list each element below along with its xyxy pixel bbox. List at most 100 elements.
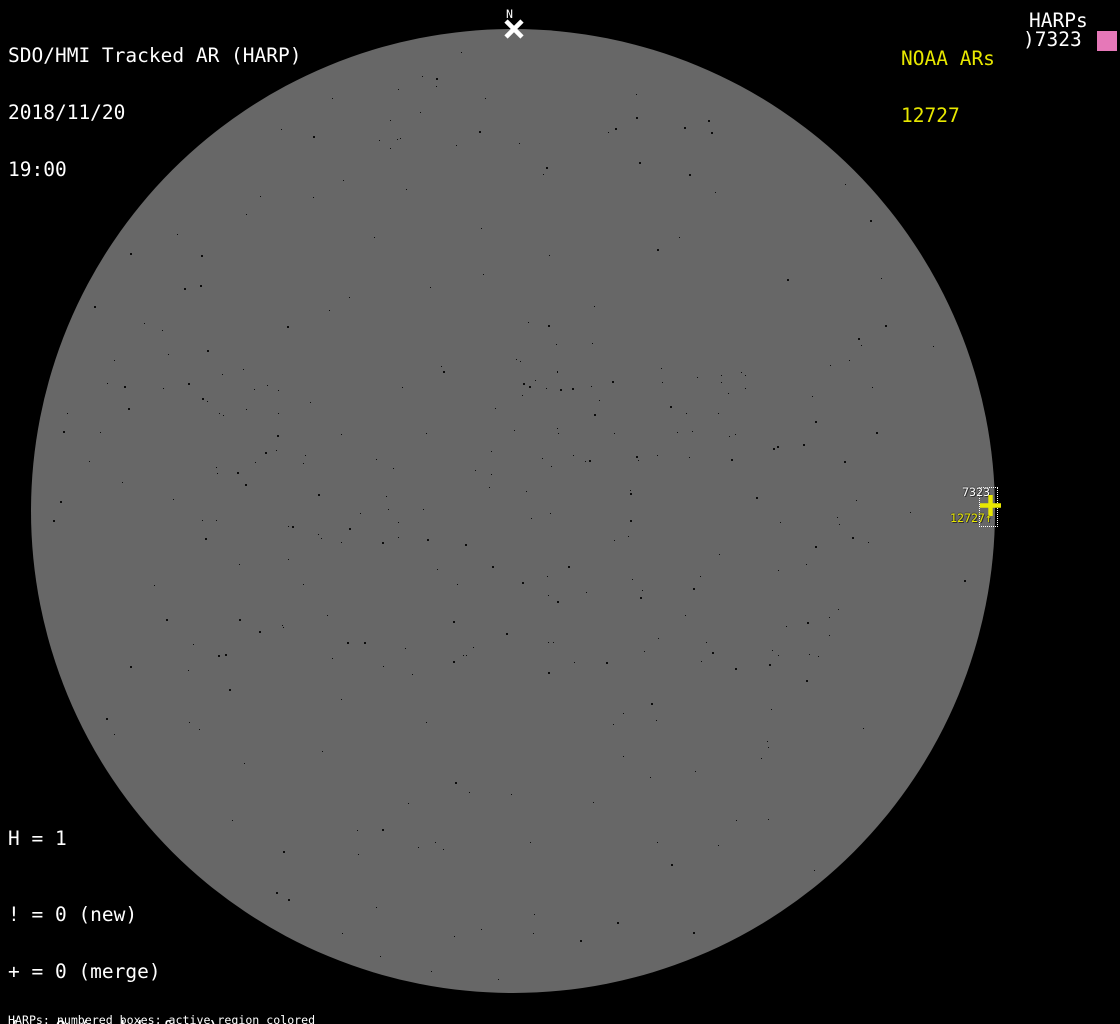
magnetogram-speckle (594, 414, 596, 416)
magnetogram-speckle (189, 722, 190, 723)
magnetogram-speckle (303, 584, 304, 585)
north-pole-x-icon (503, 19, 525, 39)
magnetogram-speckle (406, 189, 407, 190)
magnetogram-speckle (657, 455, 658, 456)
magnetogram-speckle (787, 279, 789, 281)
magnetogram-speckle (318, 534, 319, 535)
magnetogram-speckle (718, 845, 719, 846)
magnetogram-speckle (422, 76, 423, 77)
magnetogram-speckle (303, 463, 304, 464)
header-block: SDO/HMI Tracked AR (HARP) 2018/11/20 19:… (8, 8, 302, 217)
magnetogram-speckle (376, 907, 377, 908)
magnetogram-speckle (689, 457, 690, 458)
magnetogram-speckle (405, 648, 406, 649)
magnetogram-speckle (390, 148, 391, 149)
magnetogram-speckle (572, 388, 574, 390)
magnetogram-speckle (868, 542, 869, 543)
magnetogram-speckle (225, 654, 227, 656)
magnetogram-speckle (200, 285, 202, 287)
magnetogram-speckle (342, 933, 343, 934)
magnetogram-speckle (809, 654, 810, 655)
magnetogram-speckle (463, 655, 464, 656)
magnetogram-speckle (530, 842, 531, 843)
magnetogram-speckle (205, 538, 207, 540)
noaa-ars-number: 12727 (901, 106, 995, 125)
magnetogram-speckle (592, 343, 593, 344)
magnetogram-speckle (769, 664, 771, 666)
magnetogram-speckle (520, 361, 521, 362)
magnetogram-speckle (711, 132, 713, 134)
magnetogram-speckle (599, 400, 600, 401)
magnetogram-speckle (255, 462, 256, 463)
magnetogram-speckle (700, 576, 701, 577)
magnetogram-speckle (514, 430, 515, 431)
magnetogram-speckle (223, 415, 224, 416)
magnetogram-speckle (657, 842, 658, 843)
magnetogram-speckle (557, 428, 558, 429)
magnetogram-speckle (580, 940, 582, 942)
magnetogram-speckle (491, 474, 492, 475)
magnetogram-speckle (435, 842, 436, 843)
magnetogram-speckle (721, 375, 722, 376)
magnetogram-speckle (630, 490, 631, 491)
magnetogram-speckle (469, 792, 470, 793)
magnetogram-speckle (202, 520, 203, 521)
magnetogram-speckle (613, 724, 614, 725)
magnetogram-speckle (329, 310, 330, 311)
magnetogram-speckle (243, 369, 244, 370)
magnetogram-speckle (232, 820, 233, 821)
magnetogram-speckle (420, 112, 421, 113)
magnetogram-speckle (542, 458, 543, 459)
footer-caption: HARPs: numbered boxes; active region col… (8, 990, 413, 1024)
magnetogram-speckle (661, 368, 662, 369)
magnetogram-speckle (548, 642, 549, 643)
magnetogram-speckle (560, 389, 562, 391)
magnetogram-speckle (786, 626, 787, 627)
magnetogram-speckle (398, 537, 399, 538)
magnetogram-speckle (130, 666, 132, 668)
magnetogram-speckle (881, 278, 882, 279)
magnetogram-speckle (94, 306, 96, 308)
magnetogram-speckle (426, 433, 427, 434)
magnetogram-speckle (612, 381, 614, 383)
magnetogram-speckle (100, 432, 101, 433)
magnetogram-speckle (455, 782, 457, 784)
magnetogram-speckle (288, 526, 289, 527)
magnetogram-speckle (332, 98, 333, 99)
magnetogram-speckle (222, 374, 223, 375)
flag-legend-merge: + = 0 (merge) (8, 962, 231, 981)
magnetogram-speckle (177, 234, 178, 235)
magnetogram-speckle (741, 372, 742, 373)
magnetogram-speckle (360, 513, 361, 514)
magnetogram-speckle (670, 406, 672, 408)
magnetogram-speckle (639, 162, 641, 164)
magnetogram-speckle (379, 140, 380, 141)
magnetogram-speckle (872, 387, 873, 388)
magnetogram-speckle (473, 647, 474, 648)
magnetogram-speckle (343, 180, 344, 181)
magnetogram-speckle (964, 580, 966, 582)
magnetogram-speckle (558, 433, 559, 434)
magnetogram-speckle (614, 540, 615, 541)
magnetogram-speckle (657, 249, 659, 251)
magnetogram-speckle (479, 131, 481, 133)
magnetogram-speckle (638, 460, 639, 461)
magnetogram-speckle (806, 564, 807, 565)
magnetogram-speckle (207, 401, 208, 402)
magnetogram-speckle (876, 432, 878, 434)
magnetogram-speckle (489, 487, 490, 488)
magnetogram-speckle (341, 542, 342, 543)
magnetogram-speckle (218, 655, 220, 657)
magnetogram-speckle (443, 849, 444, 850)
magnetogram-speckle (534, 914, 535, 915)
magnetogram-speckle (382, 542, 384, 544)
magnetogram-speckle (523, 383, 525, 385)
magnetogram-speckle (522, 395, 523, 396)
magnetogram-speckle (454, 936, 455, 937)
magnetogram-speckle (671, 864, 673, 866)
magnetogram-speckle (686, 413, 687, 414)
magnetogram-speckle (519, 143, 520, 144)
magnetogram-speckle (628, 536, 629, 537)
magnetogram-speckle (526, 491, 527, 492)
magnetogram-speckle (815, 546, 817, 548)
